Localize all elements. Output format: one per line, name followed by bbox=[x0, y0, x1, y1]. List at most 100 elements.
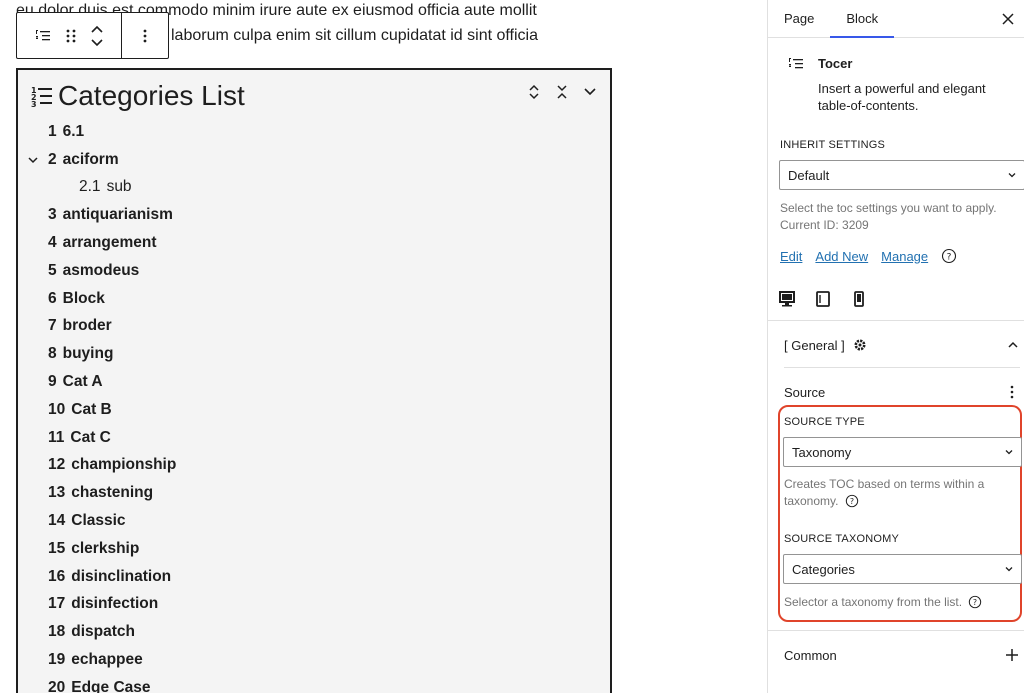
inherit-settings-select[interactable]: Default bbox=[779, 160, 1024, 190]
tablet-device-button[interactable] bbox=[812, 288, 834, 310]
collapse-all-button[interactable] bbox=[552, 82, 572, 102]
chevron-down-icon bbox=[584, 88, 596, 96]
editor-canvas: eu dolor duis est commodo minim irure au… bbox=[0, 0, 767, 693]
source-options-button[interactable] bbox=[1004, 382, 1020, 402]
toc-item[interactable]: 18 dispatch bbox=[18, 618, 610, 646]
toc-item-label: Cat B bbox=[71, 400, 112, 418]
close-sidebar-button[interactable] bbox=[994, 5, 1022, 33]
toc-item[interactable]: 6 Block bbox=[18, 285, 610, 313]
settings-links: Edit Add New Manage ? bbox=[780, 248, 957, 264]
chevron-up-icon bbox=[91, 25, 103, 33]
toc-toggle-button[interactable] bbox=[580, 82, 600, 102]
toc-item[interactable]: 10 Cat B bbox=[18, 396, 610, 424]
source-type-label: SOURCE TYPE bbox=[784, 416, 865, 428]
settings-sidebar: Page Block Tocer Insert a powerful and e… bbox=[767, 0, 1024, 693]
toc-item-number: 14 bbox=[48, 512, 66, 530]
toolbar-block-group bbox=[17, 13, 121, 58]
editor-screen: eu dolor duis est commodo minim irure au… bbox=[0, 0, 1024, 693]
toc-item[interactable]: 12 championship bbox=[18, 452, 610, 480]
tab-page[interactable]: Page bbox=[768, 0, 830, 37]
collapse-all-icon bbox=[557, 85, 567, 99]
block-type-button[interactable] bbox=[29, 13, 57, 58]
svg-text:?: ? bbox=[973, 598, 977, 607]
manage-link[interactable]: Manage bbox=[881, 249, 928, 264]
edit-link[interactable]: Edit bbox=[780, 249, 802, 264]
toc-item[interactable]: 5 asmodeus bbox=[18, 257, 610, 285]
toc-item-number: 11 bbox=[48, 428, 65, 446]
help-icon[interactable]: ? bbox=[967, 594, 983, 610]
toc-item-label: antiquarianism bbox=[62, 206, 173, 224]
toc-item-label: echappee bbox=[71, 651, 143, 669]
toc-list: 1 6.1 2 aciform 2.1 sub 3 antiquarianism 4 arrang… bbox=[18, 118, 610, 693]
source-taxonomy-select[interactable]: Categories bbox=[783, 554, 1022, 584]
source-type-select[interactable]: Taxonomy bbox=[783, 437, 1022, 467]
chevron-down-icon[interactable] bbox=[25, 152, 41, 168]
source-type-help-text: Creates TOC based on terms within a taxo… bbox=[784, 477, 985, 508]
toc-item[interactable]: 14 Classic bbox=[18, 507, 610, 535]
desktop-device-button[interactable] bbox=[776, 288, 798, 310]
svg-text:?: ? bbox=[947, 253, 952, 263]
toc-item-number: 7 bbox=[48, 317, 57, 335]
sidebar-tabs: Page Block bbox=[768, 0, 1024, 38]
toc-item[interactable]: 20 Edge Case bbox=[18, 674, 610, 693]
toc-item[interactable]: 11 Cat C bbox=[18, 424, 610, 452]
add-new-link[interactable]: Add New bbox=[815, 249, 868, 264]
toc-item[interactable]: 8 buying bbox=[18, 340, 610, 368]
common-panel-toggle[interactable]: Common bbox=[784, 645, 1020, 665]
toc-item-number: 16 bbox=[48, 567, 66, 585]
toc-item[interactable]: 2 aciform bbox=[18, 146, 610, 174]
toc-block[interactable]: 1 2 3 Categories List 1 6.1 2 aciform 2.… bbox=[16, 68, 612, 693]
toc-item-label: clerkship bbox=[71, 539, 140, 557]
source-taxonomy-value: Categories bbox=[792, 561, 855, 577]
toc-item-label: Cat A bbox=[62, 373, 103, 391]
general-panel-label: [ General ] bbox=[784, 337, 845, 353]
toc-item[interactable]: 3 antiquarianism bbox=[18, 201, 610, 229]
help-icon[interactable]: ? bbox=[844, 493, 860, 509]
common-panel-label: Common bbox=[784, 647, 837, 663]
toc-sub-item[interactable]: 2.1 sub bbox=[18, 174, 610, 202]
block-toolbar bbox=[16, 12, 169, 59]
toc-item[interactable]: 7 broder bbox=[18, 313, 610, 341]
toc-item[interactable]: 4 arrangement bbox=[18, 229, 610, 257]
block-name: Tocer bbox=[818, 56, 853, 71]
general-panel-toggle[interactable]: [ General ] bbox=[784, 334, 1020, 356]
chevron-up-icon bbox=[1008, 341, 1018, 348]
toc-item-number: 6 bbox=[48, 289, 57, 307]
mobile-device-button[interactable] bbox=[848, 288, 870, 310]
more-vertical-icon bbox=[1010, 385, 1014, 399]
help-icon[interactable]: ? bbox=[941, 248, 957, 264]
toc-item-label: buying bbox=[62, 345, 114, 363]
expand-all-button[interactable] bbox=[524, 82, 544, 102]
panel-divider bbox=[768, 320, 1024, 321]
toc-item[interactable]: 19 echappee bbox=[18, 646, 610, 674]
toc-item-number: 4 bbox=[48, 234, 57, 252]
move-down-button[interactable] bbox=[90, 36, 104, 50]
drag-handle[interactable] bbox=[57, 13, 85, 58]
toc-item-number: 10 bbox=[48, 400, 66, 418]
more-vertical-icon bbox=[143, 29, 147, 42]
toc-item-label: broder bbox=[62, 317, 112, 335]
tab-block[interactable]: Block bbox=[830, 0, 894, 38]
drag-handle-icon bbox=[66, 29, 76, 42]
toc-item-label: Cat C bbox=[70, 428, 111, 446]
inherit-settings-help: Select the toc settings you want to appl… bbox=[780, 201, 997, 232]
toc-item-label: disinfection bbox=[71, 595, 159, 613]
toc-item[interactable]: 16 disinclination bbox=[18, 563, 610, 591]
source-taxonomy-help: Selector a taxonomy from the list. ? bbox=[784, 594, 1014, 611]
block-options-button[interactable] bbox=[131, 13, 159, 58]
expand-all-icon bbox=[529, 84, 539, 100]
toc-item-number: 13 bbox=[48, 484, 66, 502]
toc-item[interactable]: 1 6.1 bbox=[18, 118, 610, 146]
move-up-button[interactable] bbox=[90, 22, 104, 36]
chevron-down-icon bbox=[1005, 450, 1013, 455]
source-taxonomy-label: SOURCE TAXONOMY bbox=[784, 533, 900, 545]
source-label: Source bbox=[784, 384, 826, 400]
toc-item[interactable]: 13 chastening bbox=[18, 479, 610, 507]
chevron-down-icon bbox=[91, 38, 103, 46]
toc-item[interactable]: 15 clerkship bbox=[18, 535, 610, 563]
mobile-icon bbox=[854, 291, 864, 307]
numbered-list-icon bbox=[36, 29, 50, 40]
toc-item-number: 17 bbox=[48, 595, 66, 613]
toc-item[interactable]: 9 Cat A bbox=[18, 368, 610, 396]
toc-item[interactable]: 17 disinfection bbox=[18, 591, 610, 619]
